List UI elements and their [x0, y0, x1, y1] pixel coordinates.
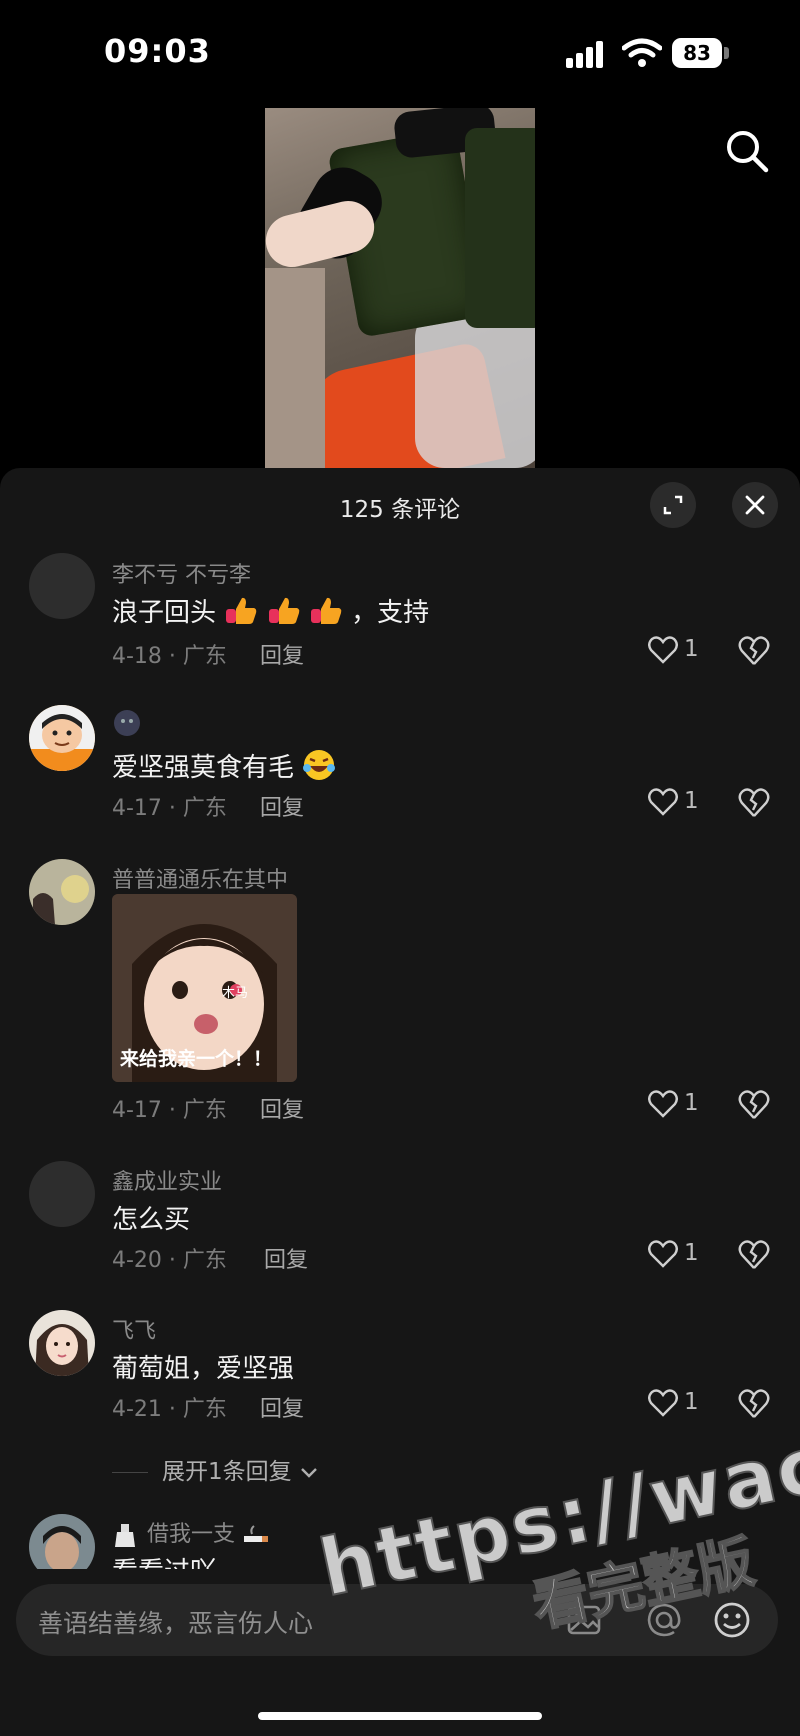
broken-heart-icon[interactable]	[738, 1090, 770, 1120]
like-count: 1	[684, 636, 699, 662]
avatar[interactable]	[29, 859, 95, 925]
battery-level: 83	[672, 38, 722, 68]
comment-text-main: 浪子回头	[112, 598, 217, 628]
chevron-down-icon	[301, 1467, 317, 1478]
like-button[interactable]: 1	[648, 1389, 708, 1419]
broken-heart-icon[interactable]	[738, 1389, 770, 1419]
heart-icon	[648, 636, 678, 664]
home-indicator[interactable]	[258, 1712, 542, 1720]
like-count: 1	[684, 1090, 699, 1116]
like-button[interactable]: 1	[648, 788, 708, 818]
avatar[interactable]	[29, 1310, 95, 1376]
broken-heart-icon[interactable]	[738, 788, 770, 818]
wifi-icon	[622, 38, 662, 67]
comment-username[interactable]: 借我一支	[112, 1516, 272, 1548]
like-button[interactable]: 1	[648, 1090, 708, 1120]
expand-replies-label: 展开1条回复	[162, 1459, 292, 1485]
thumbs-up-icon	[309, 595, 343, 632]
close-button[interactable]	[732, 482, 778, 528]
avatar[interactable]	[29, 553, 95, 619]
laughing-face-icon	[302, 748, 336, 789]
reply-button[interactable]: 回复	[260, 790, 304, 822]
reply-button[interactable]: 回复	[264, 1242, 308, 1274]
heart-icon	[648, 788, 678, 816]
reply-button[interactable]: 回复	[260, 1092, 304, 1124]
comment-username[interactable]: 李不亏 不亏李	[112, 557, 251, 589]
search-icon[interactable]	[724, 128, 770, 174]
at-mention-icon[interactable]	[644, 1600, 684, 1640]
like-button[interactable]: 1	[648, 636, 708, 666]
comment-input-placeholder: 善语结善缘，恶言伤人心	[38, 1609, 314, 1638]
comment-username[interactable]: 普普通通乐在其中	[112, 862, 288, 894]
heart-icon	[648, 1389, 678, 1417]
video-frame[interactable]	[265, 108, 535, 468]
comment-text-suffix: ，支持	[351, 598, 430, 628]
reply-button[interactable]: 回复	[260, 1391, 304, 1423]
emoji-icon[interactable]	[712, 1600, 752, 1640]
comment-text: 葡萄姐，爱坚强	[112, 1354, 295, 1384]
comment-meta: 4-17 · 广东	[112, 1098, 227, 1123]
comment-text: 看看过吖	[112, 1551, 216, 1569]
comment-username-label: 借我一支	[147, 1522, 236, 1547]
status-bar: 09:03 83	[0, 0, 800, 100]
like-count: 1	[684, 1389, 699, 1415]
comment-text: 爱坚强莫食有毛	[112, 747, 336, 789]
comment-input[interactable]: 善语结善缘，恶言伤人心	[16, 1584, 778, 1656]
thumbs-up-icon	[267, 595, 301, 632]
like-count: 1	[684, 1240, 699, 1266]
thumbs-up-icon	[224, 595, 258, 632]
broken-heart-icon[interactable]	[738, 1240, 770, 1270]
comment-text: 怎么买	[112, 1205, 191, 1235]
status-time: 09:03	[104, 32, 211, 70]
like-count: 1	[684, 788, 699, 814]
signal-icon	[566, 40, 610, 68]
comment-sticker-image[interactable]: 木马 来给我亲一个！！	[112, 894, 297, 1082]
comment-meta: 4-18 · 广东	[112, 644, 227, 669]
sake-bottle-icon	[115, 1524, 135, 1547]
avatar[interactable]	[29, 1161, 95, 1227]
comment-meta: 4-20 · 广东	[112, 1248, 227, 1273]
comment-text-main: 爱坚强莫食有毛	[112, 753, 295, 783]
image-icon[interactable]	[564, 1600, 604, 1640]
heart-icon	[648, 1240, 678, 1268]
comment-meta: 4-21 · 广东	[112, 1397, 227, 1422]
comment-meta: 4-17 · 广东	[112, 796, 227, 821]
user-badge-icon	[114, 710, 140, 736]
divider-line	[112, 1472, 148, 1473]
expand-icon	[663, 495, 683, 515]
expand-replies-button[interactable]: 展开1条回复	[112, 1452, 319, 1486]
cigarette-icon	[244, 1525, 269, 1542]
like-button[interactable]: 1	[648, 1240, 708, 1270]
battery-tip	[724, 47, 729, 59]
expand-button[interactable]	[650, 482, 696, 528]
sticker-tag: 木马	[222, 986, 249, 1001]
comment-username[interactable]: 鑫成业实业	[112, 1164, 222, 1196]
broken-heart-icon[interactable]	[738, 636, 770, 666]
avatar[interactable]	[29, 705, 95, 771]
heart-icon	[648, 1090, 678, 1118]
reply-button[interactable]: 回复	[260, 638, 304, 670]
comment-username[interactable]: 飞飞	[112, 1313, 156, 1345]
sticker-caption: 来给我亲一个！！	[120, 1048, 273, 1070]
close-icon	[745, 495, 765, 515]
comment-text: 浪子回头 ，支持	[112, 592, 429, 632]
